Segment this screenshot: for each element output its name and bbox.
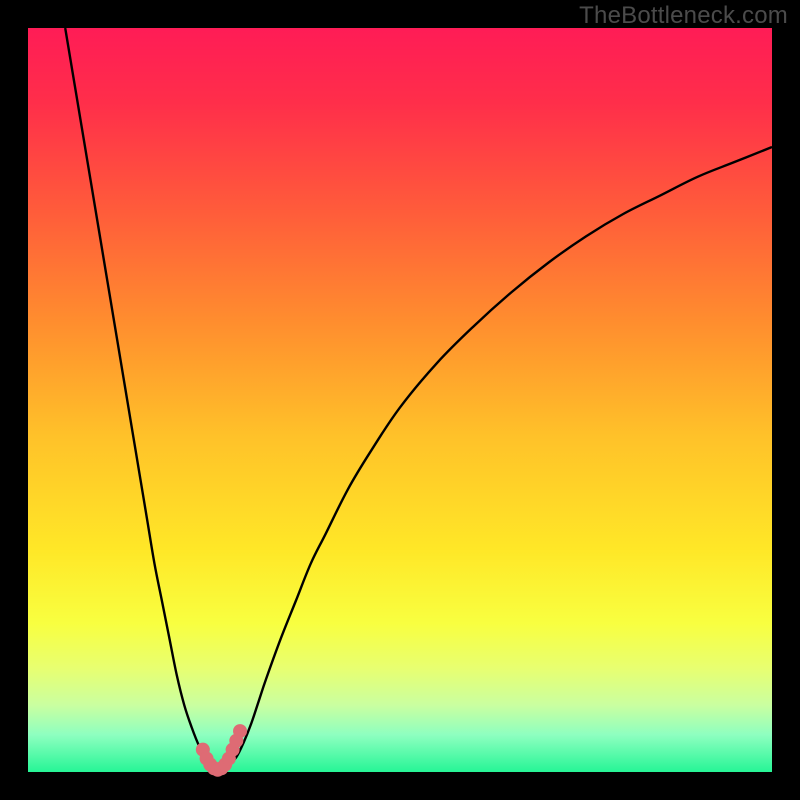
marker-dot <box>233 724 247 738</box>
watermark-text: TheBottleneck.com <box>579 2 788 30</box>
left-curve <box>65 28 214 765</box>
plot-overlay <box>28 28 772 772</box>
dip-markers <box>196 724 247 777</box>
right-curve <box>229 147 772 765</box>
